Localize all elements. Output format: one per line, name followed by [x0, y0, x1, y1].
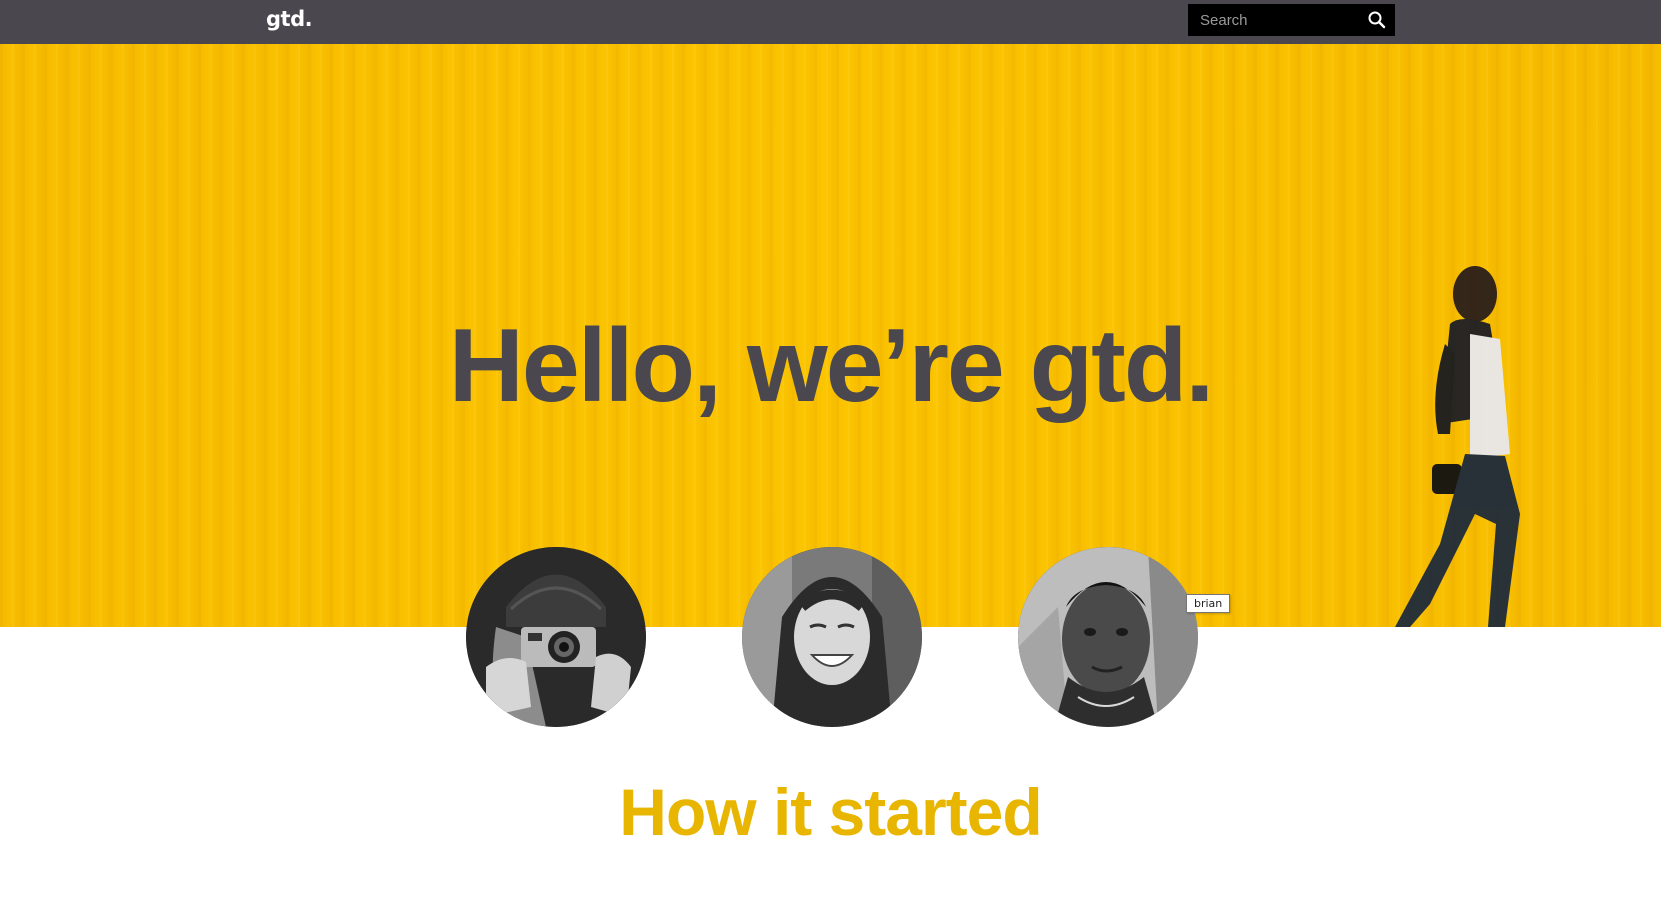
team-member-avatar-brian[interactable]: [1018, 547, 1198, 727]
hero-banner: Hello, we’re gtd.: [0, 44, 1661, 627]
hero-title: Hello, we’re gtd.: [448, 308, 1214, 424]
search-icon[interactable]: [1367, 10, 1387, 30]
search-box: [1188, 4, 1395, 36]
top-nav: gtd.: [0, 0, 1661, 44]
avatar-name-tooltip: brian: [1186, 594, 1231, 613]
brian-photo: [1018, 547, 1198, 727]
search-input[interactable]: [1188, 4, 1363, 36]
photographer-photo: [466, 547, 646, 727]
team-member-avatar[interactable]: [466, 547, 646, 727]
site-logo[interactable]: gtd.: [266, 7, 313, 31]
team-member-avatar[interactable]: [742, 547, 922, 727]
section-heading: How it started: [619, 775, 1042, 849]
smiling-woman-photo: [742, 547, 922, 727]
